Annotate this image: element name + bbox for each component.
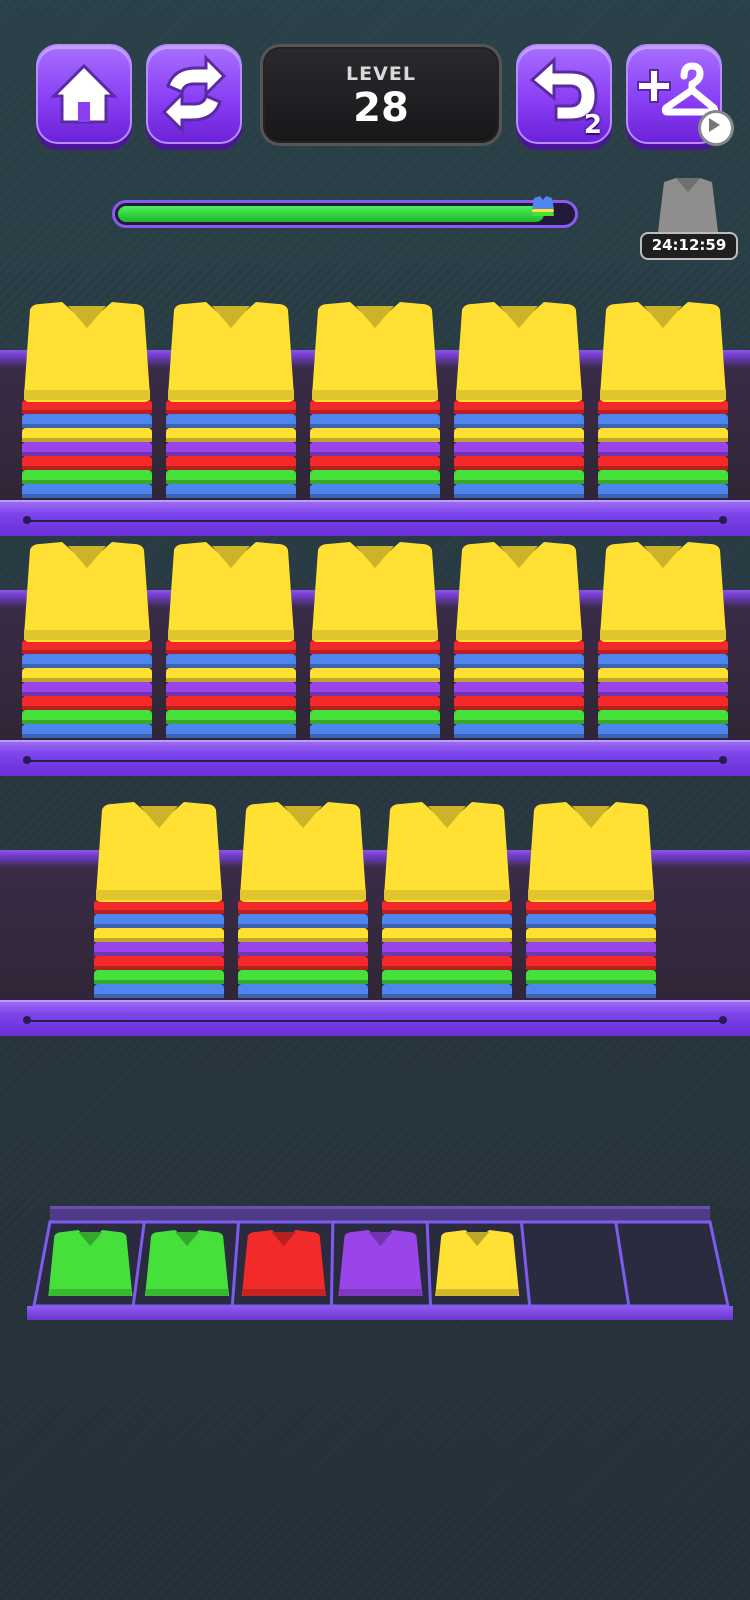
tray-items [48,1230,520,1296]
tray-shirt-yellow[interactable] [435,1230,520,1296]
tray-shirt-red[interactable] [241,1230,326,1296]
tray-shirt-green[interactable] [48,1230,133,1296]
tray-shirt-purple[interactable] [338,1230,423,1296]
tray-shirt-green[interactable] [145,1230,230,1296]
